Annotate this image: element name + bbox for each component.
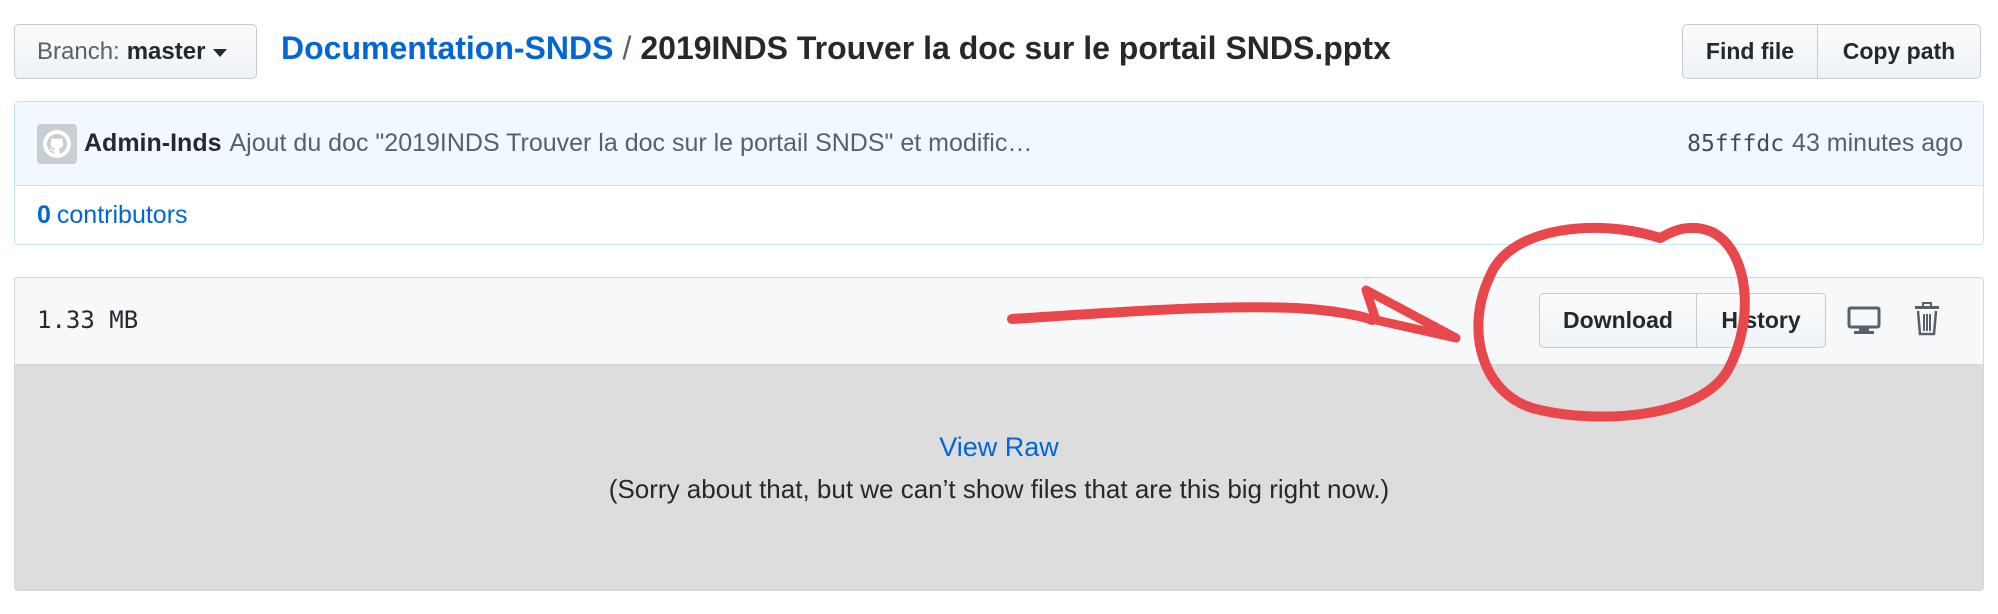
- file-actions-group: Find file Copy path: [1682, 24, 1981, 79]
- commit-sha-link[interactable]: 85fffdc: [1687, 131, 1784, 157]
- repo-link[interactable]: Documentation-SNDS: [281, 30, 613, 66]
- file-body: View Raw (Sorry about that, but we can’t…: [15, 365, 1983, 590]
- commit-meta: 85fffdc 43 minutes ago: [1687, 102, 1963, 185]
- download-button[interactable]: Download: [1539, 293, 1697, 348]
- branch-value: master: [126, 37, 206, 65]
- commit-time: 43 minutes ago: [1792, 129, 1963, 157]
- contributors-label: contributors: [56, 201, 188, 229]
- trash-icon[interactable]: [1914, 302, 1940, 341]
- contributors-link[interactable]: 0 contributors: [15, 186, 1983, 245]
- file-viewer: 1.33 MB Download History View Raw (Sorry…: [14, 277, 1984, 591]
- github-avatar-icon[interactable]: [37, 123, 77, 164]
- branch-label: Branch:: [37, 37, 120, 65]
- file-too-big-notice: (Sorry about that, but we can’t show fil…: [608, 474, 1390, 504]
- desktop-icon[interactable]: [1847, 306, 1881, 341]
- file-size: 1.33 MB: [37, 306, 139, 334]
- caret-down-icon: [213, 48, 228, 57]
- contributors-count: 0: [37, 201, 51, 229]
- commit-message-link[interactable]: Ajout du doc "2019INDS Trouver la doc su…: [230, 129, 1033, 158]
- branch-select-button[interactable]: Branch: master: [14, 24, 257, 79]
- latest-commit-row: Admin-Inds Ajout du doc "2019INDS Trouve…: [15, 102, 1983, 186]
- breadcrumb-separator: /: [622, 30, 632, 66]
- commit-author-link[interactable]: Admin-Inds: [84, 129, 222, 158]
- view-raw-link[interactable]: View Raw: [939, 432, 1059, 463]
- breadcrumb: Documentation-SNDS/2019INDS Trouver la d…: [281, 30, 1391, 67]
- file-name-title: 2019INDS Trouver la doc sur le portail S…: [640, 30, 1391, 66]
- file-header: 1.33 MB Download History: [15, 278, 1983, 365]
- copy-path-button[interactable]: Copy path: [1818, 24, 1981, 79]
- history-button[interactable]: History: [1697, 293, 1826, 348]
- file-view-actions: Download History: [1539, 293, 1826, 348]
- commit-tease: Admin-Inds Ajout du doc "2019INDS Trouve…: [14, 101, 1984, 245]
- find-file-button[interactable]: Find file: [1682, 24, 1818, 79]
